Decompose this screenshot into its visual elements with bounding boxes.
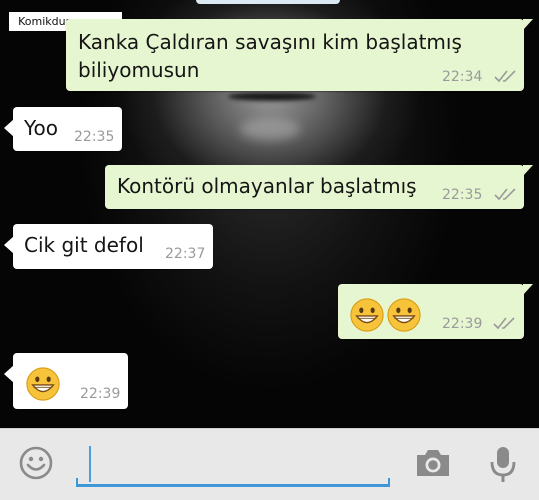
read-receipt-icon [493, 317, 515, 330]
text-caret [89, 446, 91, 482]
message-time: 22:34 [442, 69, 483, 85]
microphone-icon[interactable] [488, 444, 518, 484]
camera-icon[interactable] [414, 447, 452, 479]
read-receipt-icon [494, 70, 516, 83]
message-text: Cik git defol [24, 233, 144, 257]
message-input-underline [76, 478, 390, 487]
message-bubble-outgoing[interactable]: Kanka Çaldıran savaşını kim başlatmış bi… [66, 19, 533, 91]
grinning-face-emoji [350, 298, 384, 332]
message-bubble-incoming[interactable]: Cik git defol 22:37 [4, 224, 213, 269]
message-bubble-incoming[interactable]: 22:39 [4, 353, 128, 409]
smiley-icon[interactable] [18, 445, 54, 481]
message-text: Kanka Çaldıran savaşını kim başlatmış [78, 30, 462, 54]
read-receipt-icon [494, 188, 516, 201]
message-time: 22:35 [442, 187, 483, 203]
message-time: 22:39 [442, 316, 483, 332]
wallpaper-face-highlight [240, 118, 300, 140]
message-time: 22:39 [80, 386, 121, 402]
message-bubble-outgoing[interactable]: Kontörü olmayanlar başlatmış 22:35 [105, 165, 533, 209]
previous-bubble-edge [196, 0, 340, 4]
message-bubble-incoming[interactable]: Yoo 22:35 [4, 107, 122, 151]
wallpaper-face-shadow [228, 92, 316, 101]
message-text: Kontörü olmayanlar başlatmış [117, 174, 417, 198]
message-input[interactable] [76, 444, 393, 486]
message-time: 22:35 [74, 129, 115, 145]
grinning-face-emoji [26, 367, 60, 401]
grinning-face-emoji [387, 298, 421, 332]
message-time: 22:37 [165, 246, 206, 262]
message-text: biliyomusun [78, 58, 200, 82]
message-text: Yoo [24, 116, 59, 140]
message-bubble-outgoing[interactable]: 22:39 [338, 284, 533, 339]
